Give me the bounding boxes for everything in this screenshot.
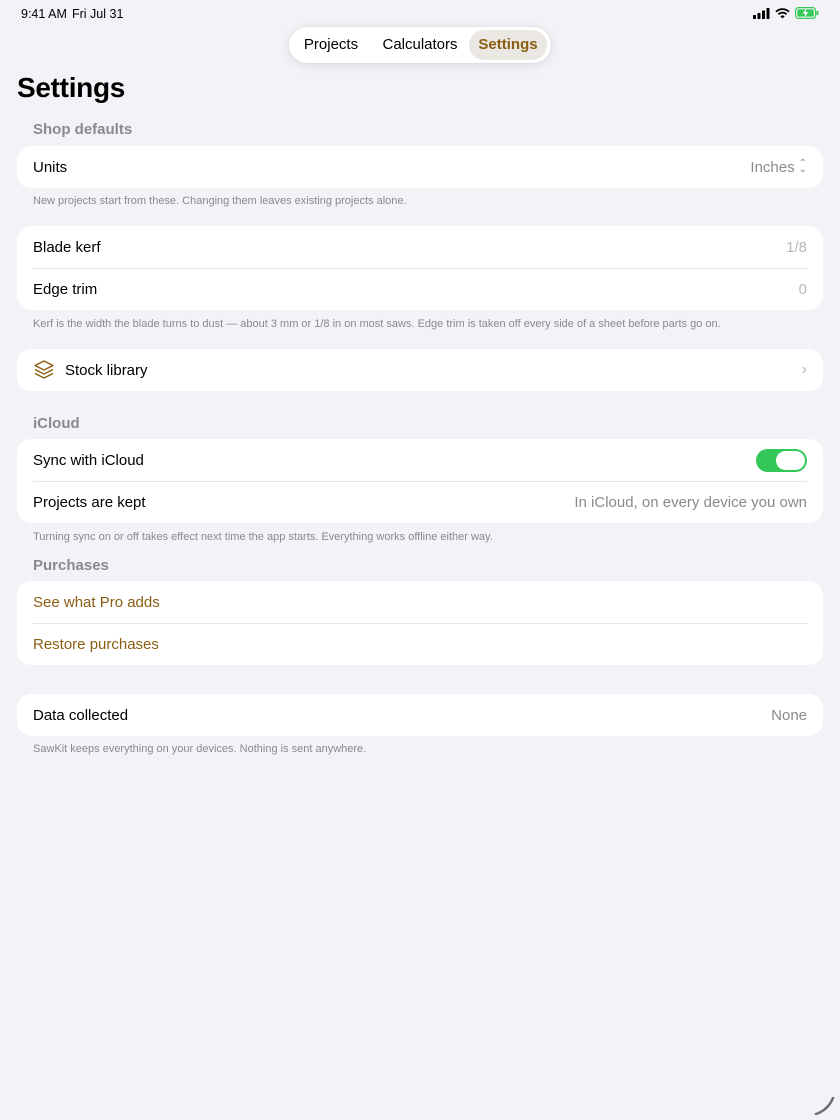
restore-purchases-button[interactable]: Restore purchases	[33, 636, 807, 653]
card-privacy: Data collected None	[17, 694, 823, 736]
card-cutting: Blade kerf 1/8 Edge trim 0	[17, 226, 823, 310]
battery-charging-icon	[795, 7, 819, 19]
section-header-icloud: iCloud	[33, 415, 80, 432]
tab-bar: Projects Calculators Settings	[289, 27, 551, 63]
see-pro-row[interactable]: See what Pro adds	[17, 581, 823, 623]
units-value[interactable]: Inches	[750, 159, 794, 176]
sync-icloud-row: Sync with iCloud	[17, 439, 823, 481]
cellular-signal-icon	[753, 7, 770, 19]
tab-settings[interactable]: Settings	[469, 30, 547, 60]
chevron-right-icon: ›	[801, 361, 807, 378]
status-bar: 9:41 AM Fri Jul 31	[0, 0, 840, 26]
data-collected-value: None	[771, 706, 807, 724]
data-collected-row: Data collected None	[17, 694, 823, 736]
blade-kerf-row: Blade kerf 1/8	[17, 226, 823, 268]
cutting-footer: Kerf is the width the blade turns to dus…	[33, 318, 721, 330]
projects-kept-row: Projects are kept In iCloud, on every de…	[17, 481, 823, 523]
stock-library-row[interactable]: Stock library ›	[17, 349, 823, 391]
icloud-footer: Turning sync on or off takes effect next…	[33, 531, 493, 543]
units-label: Units	[33, 158, 68, 176]
tab-projects[interactable]: Projects	[295, 30, 367, 60]
card-stock-library: Stock library ›	[17, 349, 823, 391]
status-time: 9:41 AM	[21, 7, 67, 21]
status-date: Fri Jul 31	[72, 7, 124, 21]
shop-defaults-footer: New projects start from these. Changing …	[33, 195, 407, 207]
sync-icloud-label: Sync with iCloud	[33, 451, 144, 469]
edge-trim-input[interactable]: 0	[799, 281, 807, 298]
projects-kept-value: In iCloud, on every device you own	[574, 493, 807, 511]
stack-layers-icon	[34, 360, 54, 379]
blade-kerf-input[interactable]: 1/8	[786, 239, 807, 256]
see-pro-button[interactable]: See what Pro adds	[33, 594, 807, 611]
blade-kerf-label: Blade kerf	[33, 238, 101, 256]
stock-library-label: Stock library	[65, 361, 148, 379]
data-collected-label: Data collected	[33, 706, 129, 724]
toggle-knob	[776, 450, 805, 470]
card-shop-defaults: Units Inches ⌃ ⌄	[17, 146, 823, 188]
units-row[interactable]: Units Inches ⌃ ⌄	[17, 146, 823, 188]
section-header-shop-defaults: Shop defaults	[33, 121, 133, 138]
status-icons	[753, 7, 819, 19]
chevron-up-down-icon: ⌃ ⌄	[798, 158, 807, 175]
edge-trim-label: Edge trim	[33, 280, 98, 298]
page-title: Settings	[17, 72, 126, 103]
projects-kept-label: Projects are kept	[33, 493, 146, 511]
section-header-purchases: Purchases	[33, 557, 109, 574]
corner-indicator-icon	[814, 1096, 835, 1116]
tab-calculators[interactable]: Calculators	[373, 30, 467, 60]
wifi-icon	[775, 7, 790, 18]
restore-purchases-row[interactable]: Restore purchases	[17, 623, 823, 665]
privacy-footer: SawKit keeps everything on your devices.…	[33, 743, 367, 755]
sync-icloud-toggle[interactable]	[756, 448, 807, 472]
card-purchases: See what Pro adds Restore purchases	[17, 581, 823, 665]
edge-trim-row: Edge trim 0	[17, 268, 823, 310]
card-icloud: Sync with iCloud Projects are kept In iC…	[17, 439, 823, 523]
